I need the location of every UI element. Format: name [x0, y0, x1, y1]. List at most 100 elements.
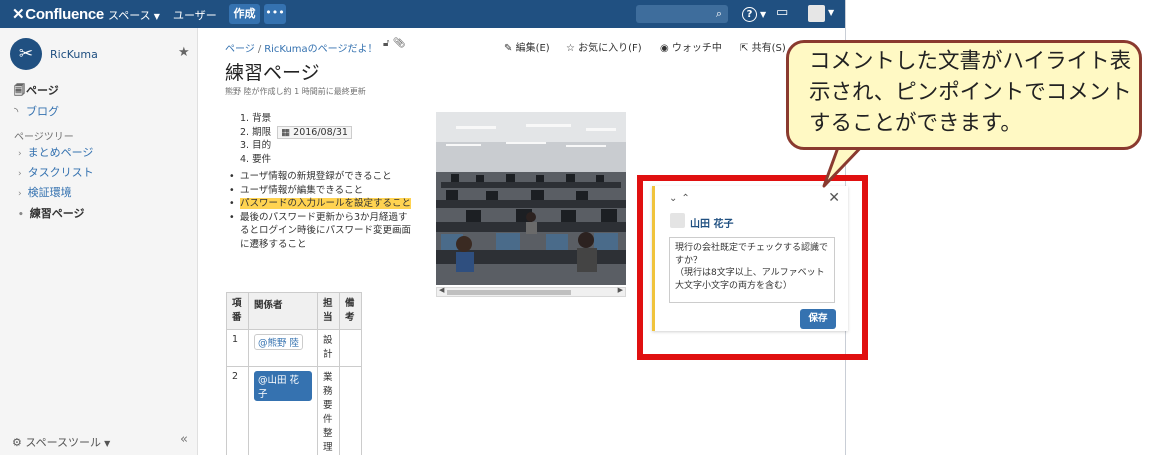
favorite-button[interactable]: ☆ お気に入り(F) [566, 39, 642, 54]
gear-icon: ⚙ [12, 436, 22, 449]
inbox-icon: ▭ [776, 5, 789, 20]
annotation-callout: コメントした文書がハイライト表示され、ピンポイントでコメントすることができます。 [786, 40, 1142, 150]
list-item: 2. 期限 ▦ 2016/08/31 [240, 125, 352, 140]
more-create-button[interactable]: ••• [264, 4, 286, 24]
scroll-right-icon[interactable]: ▶ [618, 286, 623, 294]
table-header: 担当 [317, 292, 340, 330]
star-icon[interactable]: ★ [178, 45, 190, 60]
commenter-name[interactable]: 山田 花子 [690, 215, 733, 230]
people-menu[interactable]: ユーザー [173, 7, 217, 23]
table-cell: 設計 [317, 329, 340, 367]
chevron-right-icon[interactable]: › [18, 169, 22, 179]
office-photo[interactable] [436, 112, 626, 285]
space-sidebar: ✂ RicKuma ★ 🗐ページ ◝ ブログ ページツリー › まとめページ › タス… [0, 28, 198, 455]
table-cell: 2 [226, 366, 249, 455]
list-item: ユーザ情報が編集できること [226, 184, 416, 198]
search-input[interactable]: ⌕ [636, 5, 728, 23]
list-item: 3. 目的 [240, 140, 272, 151]
tree-item-test-env[interactable]: › 検証環境 [18, 184, 72, 200]
user-mention[interactable]: @熊野 陸 [254, 334, 304, 350]
user-avatar[interactable] [808, 5, 825, 22]
table-cell: 1 [226, 329, 249, 367]
table-cell: 業務要件整理 [317, 366, 340, 455]
rss-icon: ◝ [14, 105, 19, 118]
breadcrumb-pages[interactable]: ページ [225, 44, 255, 55]
save-button[interactable]: 保存 [800, 309, 836, 329]
notifications-button[interactable]: ▭ [776, 5, 788, 20]
pages-icon: 🗐 [14, 84, 25, 97]
chevron-down-icon[interactable]: ▼ [828, 8, 834, 17]
page-byline: 熊野 陸が作成し約 1 時間前に最終更新 [225, 87, 366, 96]
confluence-x-icon: ✕ [12, 6, 25, 23]
watch-button[interactable]: ◉ ウォッチ中 [660, 39, 722, 54]
table-header: 項番 [226, 292, 249, 330]
chevron-right-icon[interactable]: › [18, 149, 22, 159]
search-icon: ⌕ [715, 7, 722, 20]
sidebar-item-blog[interactable]: ◝ ブログ [14, 103, 59, 119]
comment-navigation[interactable]: ⌄⌃ [669, 193, 694, 204]
inline-comment-panel: ⌄⌃ ✕ 山田 花子 現行の会社既定でチェックする認識ですか？ （現行は8文字以… [652, 186, 848, 331]
top-navigation-bar: ✕Confluence スペース ▼ ユーザー 作成 ••• ⌕ ? ▼ ▭ ▼ [0, 0, 845, 28]
close-icon[interactable]: ✕ [828, 190, 840, 206]
highlighted-list-item[interactable]: パスワードの入力ルールを設定すること [226, 197, 416, 211]
list-item: 1. 背景 [240, 113, 272, 124]
chevron-down-icon: ▼ [760, 10, 767, 19]
image-scrollbar[interactable]: ◀ ▶ [436, 286, 626, 297]
tree-item-summary[interactable]: › まとめページ [18, 144, 93, 160]
page-title: 練習ページ [225, 62, 320, 84]
bullet-list: ユーザ情報の新規登録ができること ユーザ情報が編集できること パスワードの入力ル… [226, 170, 416, 251]
confluence-logo[interactable]: ✕Confluence [12, 5, 104, 23]
create-button[interactable]: 作成 [229, 4, 260, 24]
space-tools-menu[interactable]: ⚙ スペースツール ▼ [12, 434, 110, 450]
eye-icon: ◉ [660, 43, 669, 54]
breadcrumb: ページ / RicKumaのページだよ！ [225, 44, 378, 55]
table-header: 関係者 [248, 292, 318, 330]
scroll-left-icon[interactable]: ◀ [439, 286, 444, 294]
restriction-lock-icon[interactable]: 🔓︎ 📎︎ [383, 38, 405, 49]
spaces-menu[interactable]: スペース ▼ [108, 7, 160, 23]
office-photo-image [436, 112, 626, 285]
list-item: 最後のパスワード更新から3か月経過するとログイン時後にパスワード変更画面に遷移す… [226, 211, 416, 252]
tree-item-practice[interactable]: • 練習ページ [18, 205, 85, 221]
table-cell: @熊野 陸 [248, 329, 318, 367]
bullet-icon: • [18, 210, 24, 220]
ordered-list: 1. 背景 2. 期限 ▦ 2016/08/31 3. 目的 4. 要件 [240, 112, 352, 166]
star-outline-icon: ☆ [566, 43, 575, 54]
help-icon: ? [742, 7, 757, 22]
date-lozenge[interactable]: ▦ 2016/08/31 [277, 125, 352, 139]
callout-text: コメントした文書がハイライト表示され、ピンポイントでコメントすることができます。 [809, 49, 1132, 136]
space-logo-icon[interactable]: ✂ [10, 38, 42, 70]
chevron-down-icon: ▼ [104, 439, 111, 448]
page-tree-heading: ページツリー [14, 132, 74, 143]
share-icon: ⇱ [740, 43, 749, 54]
table-row: 1 @熊野 陸 設計 [226, 329, 362, 367]
scrollbar-thumb[interactable] [447, 290, 571, 295]
chevron-down-icon[interactable]: ⌄ [669, 193, 681, 204]
list-item: ユーザ情報の新規登録ができること [226, 170, 416, 184]
share-button[interactable]: ⇱ 共有(S) [740, 39, 786, 54]
help-menu[interactable]: ? ▼ [742, 6, 766, 22]
comment-textarea[interactable]: 現行の会社既定でチェックする認識ですか？ （現行は8文字以上、アルファベット大文… [669, 237, 835, 303]
table-cell [339, 329, 362, 367]
edit-button[interactable]: ✎ 編集(E) [504, 39, 550, 54]
sidebar-item-pages[interactable]: 🗐ページ [14, 82, 59, 101]
table-header: 備考 [339, 292, 362, 330]
table-cell [339, 366, 362, 455]
collapse-sidebar-button[interactable]: « [180, 432, 188, 447]
table-cell: @山田 花子 [248, 366, 318, 455]
pencil-icon: ✎ [504, 43, 513, 54]
table-header-row: 項番 関係者 担当 備考 [226, 292, 362, 330]
assignment-table: 項番 関係者 担当 備考 1 @熊野 陸 設計 2 @山田 花子 業務要件整理 [226, 292, 362, 455]
chevron-up-icon[interactable]: ⌃ [681, 193, 693, 204]
highlighted-text[interactable]: パスワードの入力ルールを設定すること [240, 198, 412, 209]
calendar-icon: ▦ [281, 126, 291, 138]
user-mention[interactable]: @山田 花子 [254, 371, 312, 401]
breadcrumb-home[interactable]: RicKumaのページだよ！ [264, 44, 377, 55]
list-item: 4. 要件 [240, 153, 272, 165]
chevron-down-icon: ▼ [153, 12, 160, 21]
table-row: 2 @山田 花子 業務要件整理 [226, 366, 362, 455]
tree-item-tasks[interactable]: › タスクリスト [18, 164, 94, 180]
space-name[interactable]: RicKuma [50, 48, 98, 61]
commenter-avatar [670, 213, 685, 228]
chevron-right-icon[interactable]: › [18, 189, 22, 199]
